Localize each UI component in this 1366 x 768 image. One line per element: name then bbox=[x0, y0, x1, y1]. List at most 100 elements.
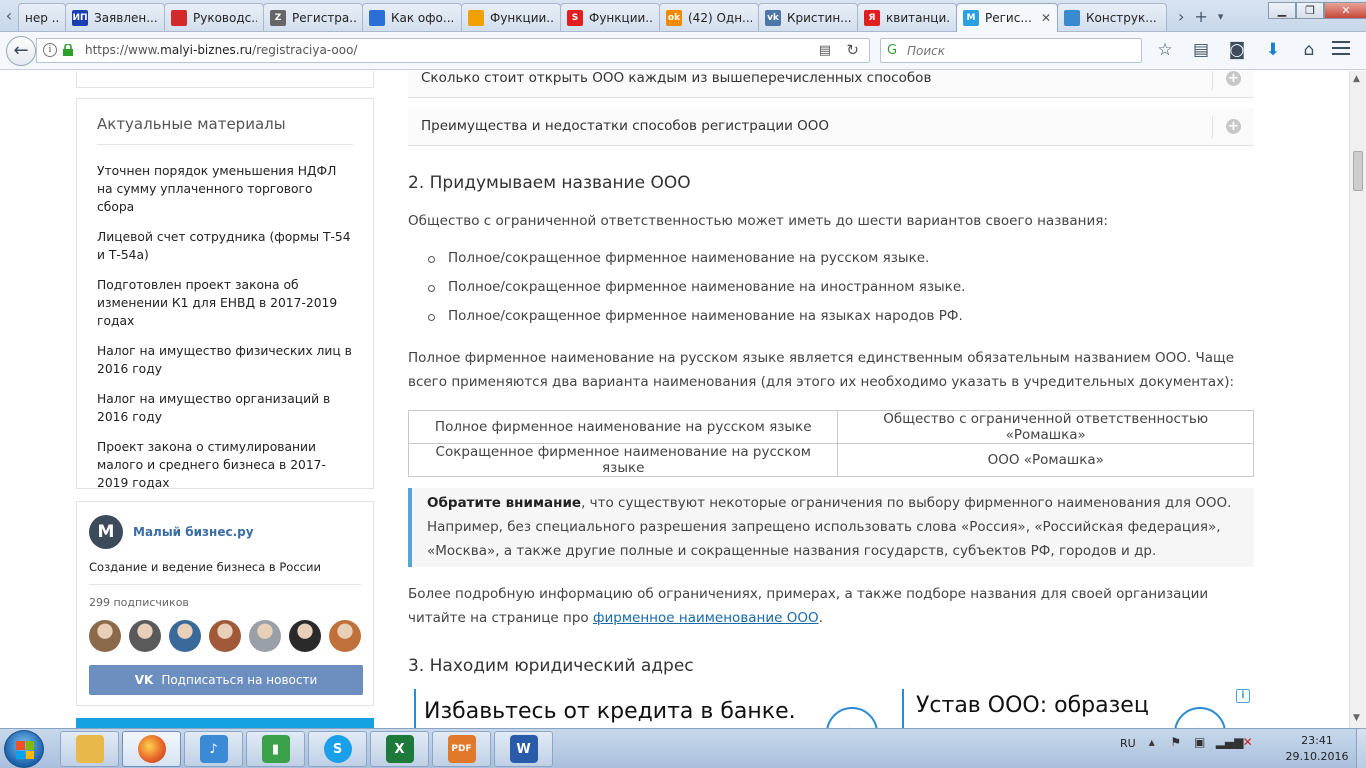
lock-icon bbox=[63, 44, 73, 56]
clock[interactable]: 23:41 29.10.2016 bbox=[1284, 733, 1350, 765]
material-link[interactable]: Налог на имущество организаций в 2016 го… bbox=[97, 390, 353, 426]
taskbar-app-music[interactable]: ♪ bbox=[184, 731, 243, 767]
accordion-item[interactable]: Преимущества и недостатки способов регис… bbox=[408, 108, 1254, 146]
action-center-flag-icon[interactable]: ⚑ bbox=[1168, 735, 1184, 751]
vk-subscriber-avatar[interactable] bbox=[209, 620, 241, 652]
sidebar-blue-block bbox=[76, 718, 374, 728]
browser-tab[interactable]: нер ... bbox=[18, 3, 66, 31]
scrollbar-thumb[interactable] bbox=[1353, 151, 1363, 191]
address-bar[interactable]: i https://www.malyi-biznes.ru/registraci… bbox=[36, 38, 870, 63]
network-icon[interactable]: ▂▄▆ bbox=[1216, 735, 1244, 751]
start-button[interactable] bbox=[4, 730, 44, 768]
search-bar[interactable]: G bbox=[880, 38, 1142, 63]
vk-subscriber-avatar[interactable] bbox=[289, 620, 321, 652]
word-icon: W bbox=[509, 735, 538, 763]
browser-tab[interactable]: Z Регистра... bbox=[263, 3, 363, 31]
ad-2-arrow-icon[interactable]: › bbox=[1174, 707, 1226, 728]
browser-tab[interactable]: М Регис... ✕ bbox=[956, 3, 1058, 32]
clock-date: 29.10.2016 bbox=[1285, 750, 1349, 763]
tab-label: Как офо... bbox=[391, 10, 455, 25]
back-arrow-icon: ← bbox=[13, 40, 29, 61]
page-scrollbar[interactable]: ▲ ▼ bbox=[1349, 71, 1366, 728]
site-info-icon[interactable]: i bbox=[43, 43, 57, 57]
material-link[interactable]: Уточнен порядок уменьшения НДФЛ на сумму… bbox=[97, 162, 353, 216]
browser-tab[interactable]: Яквитанци... bbox=[857, 3, 957, 31]
vk-logo-icon: VK bbox=[134, 673, 154, 687]
taskbar-app-word[interactable]: W bbox=[494, 731, 553, 767]
bookmarks-list-icon[interactable]: ▤ bbox=[1190, 40, 1212, 60]
ad-info-icon[interactable]: i bbox=[1236, 689, 1250, 703]
navigation-bar: ← i https://www.malyi-biznes.ru/registra… bbox=[0, 32, 1366, 70]
ad-block-2[interactable]: Устав ООО: образец › bbox=[902, 689, 1232, 728]
tabs-scroll-left-icon[interactable]: ‹ bbox=[0, 6, 18, 26]
tab-close-icon[interactable]: ✕ bbox=[1033, 11, 1051, 25]
bookmark-star-icon[interactable]: ☆ bbox=[1154, 40, 1176, 60]
material-link[interactable]: Лицевой счет сотрудника (формы Т-54 и Т-… bbox=[97, 228, 353, 264]
tab-label: Функции... bbox=[589, 10, 653, 25]
vk-subscriber-avatar[interactable] bbox=[329, 620, 361, 652]
accordion-item[interactable]: Сколько стоит открыть ООО каждым из выше… bbox=[408, 71, 1254, 98]
minimize-icon[interactable]: ▁ bbox=[1268, 2, 1296, 19]
maximize-icon[interactable]: ❐ bbox=[1296, 2, 1324, 19]
ad-block-1[interactable]: Избавьтесь от кредита в банке. › bbox=[414, 689, 894, 728]
tab-list-icon[interactable]: ▾ bbox=[1218, 10, 1224, 23]
table-cell: Сокращенное фирменное наименование на ру… bbox=[407, 443, 839, 477]
search-input[interactable] bbox=[907, 42, 1137, 60]
taskbar-app-firefox[interactable] bbox=[122, 731, 181, 767]
scroll-up-icon[interactable]: ▲ bbox=[1353, 74, 1360, 84]
material-link[interactable]: Подготовлен проект закона об изменении К… bbox=[97, 276, 353, 330]
volume-muted-icon[interactable]: ✕ bbox=[1240, 735, 1256, 751]
browser-tab[interactable]: S Функции... bbox=[560, 3, 660, 31]
vk-subscribers-count[interactable]: 299 подписчиков bbox=[89, 596, 361, 609]
reader-view-icon[interactable]: ▤ bbox=[819, 43, 831, 58]
browser-tab[interactable]: ИП Заявлен... bbox=[65, 3, 165, 31]
expand-plus-icon[interactable]: + bbox=[1226, 119, 1241, 134]
window-close-icon[interactable]: ✕ bbox=[1324, 2, 1366, 19]
scroll-down-icon[interactable]: ▼ bbox=[1353, 713, 1360, 723]
material-link[interactable]: Проект закона о стимулировании малого и … bbox=[97, 438, 353, 492]
material-link[interactable]: Налог на имущество физических лиц в 2016… bbox=[97, 342, 353, 378]
pocket-icon[interactable]: ◙ bbox=[1226, 40, 1248, 60]
new-tab-icon[interactable]: + bbox=[1194, 7, 1207, 26]
vk-subscribe-label: Подписаться на новости bbox=[161, 673, 318, 687]
taskbar-app-explorer[interactable] bbox=[60, 731, 119, 767]
tab-tools: › + ▾ bbox=[1178, 5, 1223, 27]
paragraph-variants: Общество с ограниченной ответственностью… bbox=[408, 213, 1108, 229]
vk-widget: M Малый бизнес.ру Создание и ведение биз… bbox=[76, 501, 374, 706]
ad-1-arrow-icon[interactable]: › bbox=[826, 707, 878, 728]
browser-tab[interactable]: vk Кристин... bbox=[758, 3, 858, 31]
expand-plus-icon[interactable]: + bbox=[1226, 71, 1241, 86]
taskbar-app-skype[interactable]: S bbox=[308, 731, 367, 767]
browser-tab[interactable]: Как офо... bbox=[362, 3, 462, 31]
browser-tab[interactable]: Руководс... bbox=[164, 3, 264, 31]
vk-subscriber-avatar[interactable] bbox=[169, 620, 201, 652]
vk-group-name[interactable]: Малый бизнес.ру bbox=[133, 525, 254, 539]
vk-subscriber-avatar[interactable] bbox=[249, 620, 281, 652]
home-icon[interactable]: ⌂ bbox=[1298, 40, 1320, 60]
taskbar-app-monitor[interactable]: ▮ bbox=[246, 731, 305, 767]
vk-subscriber-avatar[interactable] bbox=[129, 620, 161, 652]
device-icon[interactable]: ▣ bbox=[1192, 735, 1208, 751]
show-desktop-button[interactable] bbox=[1356, 729, 1366, 768]
taskbar-app-pdf[interactable]: PDF bbox=[432, 731, 491, 767]
download-icon[interactable]: ⬇ bbox=[1262, 40, 1284, 60]
reload-icon[interactable]: ↻ bbox=[846, 41, 859, 59]
tabs-scroll-right-icon[interactable]: › bbox=[1178, 7, 1184, 26]
vk-group-description: Создание и ведение бизнеса в России bbox=[89, 560, 361, 585]
vk-subscriber-avatar[interactable] bbox=[89, 620, 121, 652]
taskbar-app-excel[interactable]: X bbox=[370, 731, 429, 767]
vk-group-avatar[interactable]: M bbox=[89, 515, 123, 549]
vk-subscribe-button[interactable]: VK Подписаться на новости bbox=[89, 665, 363, 695]
browser-tab[interactable]: Конструк... bbox=[1057, 3, 1167, 31]
ad-1-text: Избавьтесь от кредита в банке. bbox=[424, 699, 796, 724]
back-button[interactable]: ← bbox=[6, 36, 36, 66]
search-engine-icon[interactable]: G bbox=[887, 43, 903, 59]
language-indicator[interactable]: RU bbox=[1120, 737, 1136, 750]
trade-name-link[interactable]: фирменное наименование ООО bbox=[593, 610, 819, 626]
browser-tab[interactable]: Функции... bbox=[461, 3, 561, 31]
tray-expand-icon[interactable]: ▴ bbox=[1144, 735, 1160, 751]
name-variants-list: Полное/сокращенное фирменное наименовани… bbox=[428, 250, 965, 337]
system-tray: RU ▴ ⚑ ▣ ▂▄▆ ✕ bbox=[1120, 735, 1256, 751]
browser-tab[interactable]: ok (42) Одн... bbox=[659, 3, 759, 31]
menu-icon[interactable] bbox=[1332, 41, 1350, 57]
